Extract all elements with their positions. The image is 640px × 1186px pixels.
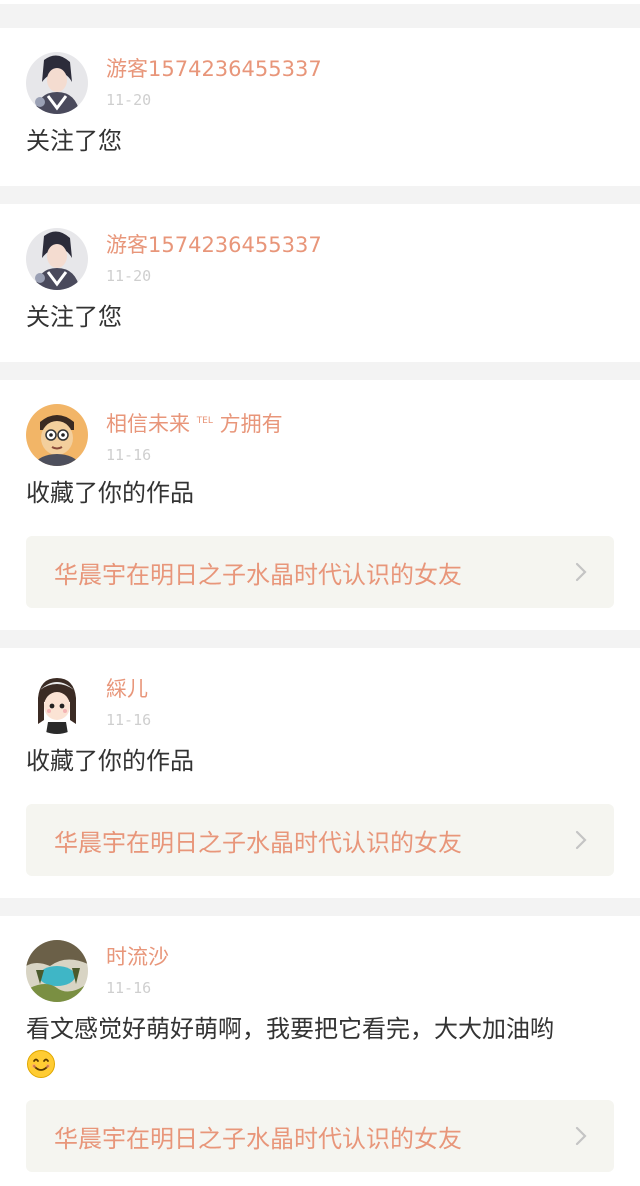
chevron-right-icon [575,830,587,850]
user-name[interactable]: 綵儿 [106,676,151,702]
user-meta: 游客1574236455337 11-20 [106,56,322,110]
user-name[interactable]: 游客1574236455337 [106,232,322,258]
activity-text: 收藏了你的作品 [26,479,194,507]
anime-boy-avatar-icon [26,52,88,114]
notification-card: 相信未来 TEL 方拥有 11-16 收藏了你的作品 华晨宇在明日之子水晶时代认… [0,380,640,630]
divider [0,630,640,648]
avatar[interactable] [26,672,88,734]
user-name[interactable]: 时流沙 [106,944,169,970]
user-meta: 綵儿 11-16 [106,676,151,730]
card-header: 时流沙 11-16 [26,940,614,1004]
notification-feed: 游客1574236455337 11-20 关注了您 游客15742364553… [0,0,640,1186]
user-name-main: 相信未来 [106,412,190,436]
avatar[interactable] [26,228,88,290]
card-header: 游客1574236455337 11-20 [26,52,614,116]
timestamp: 11-16 [106,446,152,464]
work-link[interactable]: 华晨宇在明日之子水晶时代认识的女友 [26,804,614,876]
landscape-avatar-icon [26,940,88,1002]
user-name-suffix: 方拥有 [219,412,283,436]
activity-text: 关注了您 [26,127,122,155]
section-gap [0,4,640,28]
comment-text: 看文感觉好萌好萌啊，我要把它看完，大大加油哟 [26,1012,614,1080]
work-title: 华晨宇在明日之子水晶时代认识的女友 [54,1124,462,1153]
activity-text: 关注了您 [26,303,122,331]
user-meta: 相信未来 TEL 方拥有 11-16 [106,408,283,465]
comment-body: 看文感觉好萌好萌啊，我要把它看完，大大加油哟 [26,1015,554,1043]
card-header: 游客1574236455337 11-20 [26,228,614,292]
timestamp: 11-16 [106,711,152,729]
timestamp: 11-16 [106,979,152,997]
timestamp: 11-20 [106,91,152,109]
work-title: 华晨宇在明日之子水晶时代认识的女友 [54,828,462,857]
activity-text: 收藏了你的作品 [26,747,194,775]
divider [0,898,640,916]
avatar[interactable] [26,940,88,1002]
avatar[interactable] [26,52,88,114]
notification-card: 綵儿 11-16 收藏了你的作品 华晨宇在明日之子水晶时代认识的女友 [0,648,640,898]
divider [0,186,640,204]
timestamp: 11-20 [106,267,152,285]
chevron-right-icon [575,562,587,582]
chevron-right-icon [575,1126,587,1146]
card-header: 相信未来 TEL 方拥有 11-16 [26,404,614,468]
notification-card: 游客1574236455337 11-20 关注了您 [0,28,640,186]
anime-boy-avatar-icon [26,228,88,290]
notification-card: 游客1574236455337 11-20 关注了您 [0,204,640,362]
user-name-tag: TEL [196,416,213,426]
smile-emoji-icon [27,1050,55,1078]
work-link[interactable]: 华晨宇在明日之子水晶时代认识的女友 [26,1100,614,1172]
cartoon-face-avatar-icon [26,404,88,466]
chibi-girl-avatar-icon [26,672,88,734]
work-link[interactable]: 华晨宇在明日之子水晶时代认识的女友 [26,536,614,608]
card-header: 綵儿 11-16 [26,672,614,736]
avatar[interactable] [26,404,88,466]
user-name[interactable]: 相信未来 TEL 方拥有 [106,408,283,437]
work-title: 华晨宇在明日之子水晶时代认识的女友 [54,560,462,589]
notification-card: 时流沙 11-16 看文感觉好萌好萌啊，我要把它看完，大大加油哟 华晨宇在明日之… [0,916,640,1186]
user-name[interactable]: 游客1574236455337 [106,56,322,82]
divider [0,362,640,380]
user-meta: 游客1574236455337 11-20 [106,232,322,286]
user-meta: 时流沙 11-16 [106,944,169,998]
